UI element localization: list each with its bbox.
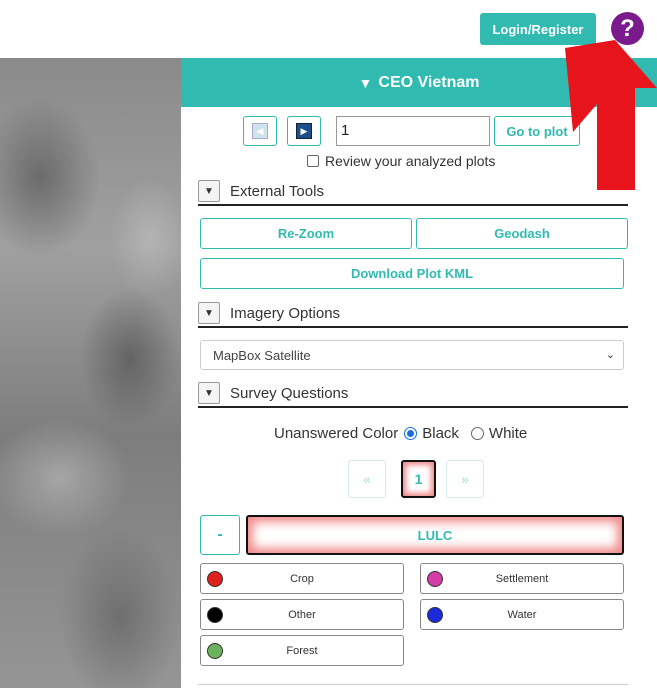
collapse-triangle-icon[interactable]: ▼ xyxy=(198,302,220,324)
section-title: Imagery Options xyxy=(230,304,341,322)
geodash-button[interactable]: Geodash xyxy=(416,218,628,249)
divider xyxy=(198,684,628,685)
survey-questions-section: ▼ Survey Questions xyxy=(198,380,628,408)
imagery-selected-value: MapBox Satellite xyxy=(213,347,311,363)
previous-question-button[interactable]: « xyxy=(348,460,386,498)
chevron-down-icon: ⌄ xyxy=(605,349,615,361)
current-question-page[interactable]: 1 xyxy=(401,460,436,498)
imagery-options-section: ▼ Imagery Options xyxy=(198,300,628,328)
imagery-select[interactable]: MapBox Satellite ⌄ xyxy=(200,340,624,370)
answer-label: Water xyxy=(507,608,537,621)
next-question-button[interactable]: » xyxy=(446,460,484,498)
answer-color-dot xyxy=(207,606,223,623)
review-checkbox[interactable] xyxy=(307,155,319,167)
section-title: Survey Questions xyxy=(230,384,349,402)
download-kml-button[interactable]: Download Plot KML xyxy=(200,258,624,289)
answer-label: Crop xyxy=(290,572,314,585)
unanswered-color-label: Unanswered Color xyxy=(274,424,399,442)
white-radio-label: White xyxy=(488,424,528,442)
section-title: External Tools xyxy=(230,182,324,200)
answer-color-dot xyxy=(427,606,443,623)
answer-water-button[interactable]: Water xyxy=(420,599,624,630)
answer-other-button[interactable]: Other xyxy=(200,599,404,630)
project-title: CEO Vietnam xyxy=(378,73,480,91)
answer-settlement-button[interactable]: Settlement xyxy=(420,563,624,594)
answer-label: Other xyxy=(288,608,316,621)
answer-forest-button[interactable]: Forest xyxy=(200,635,404,666)
map-imagery[interactable] xyxy=(0,58,181,688)
collapse-question-button[interactable]: - xyxy=(200,515,240,555)
plot-number-input[interactable]: 1 xyxy=(336,116,490,146)
re-zoom-button[interactable]: Re-Zoom xyxy=(200,218,412,249)
review-analyzed-plots: Review your analyzed plots xyxy=(307,152,495,170)
next-arrow-icon: ▶ xyxy=(296,123,312,139)
black-radio[interactable] xyxy=(404,426,418,440)
answer-color-dot xyxy=(427,570,443,587)
answer-crop-button[interactable]: Crop xyxy=(200,563,404,594)
unanswered-color-row: Unanswered Color Black White xyxy=(274,423,533,443)
next-plot-button[interactable]: ▶ xyxy=(287,116,321,146)
answer-color-dot xyxy=(207,570,223,587)
black-radio-label: Black xyxy=(422,424,459,442)
previous-arrow-icon: ◀ xyxy=(252,123,268,139)
answer-color-dot xyxy=(207,642,223,659)
answer-label: Forest xyxy=(286,644,318,657)
review-label: Review your analyzed plots xyxy=(325,153,496,169)
previous-plot-button[interactable]: ◀ xyxy=(243,116,277,146)
question-lulc-button[interactable]: LULC xyxy=(246,515,624,555)
collapse-triangle-icon: ▼ xyxy=(358,74,373,91)
collapse-triangle-icon[interactable]: ▼ xyxy=(198,180,220,202)
red-arrow-annotation xyxy=(565,40,657,190)
collapse-triangle-icon[interactable]: ▼ xyxy=(198,382,220,404)
answer-label: Settlement xyxy=(495,572,549,585)
white-radio[interactable] xyxy=(470,426,484,440)
